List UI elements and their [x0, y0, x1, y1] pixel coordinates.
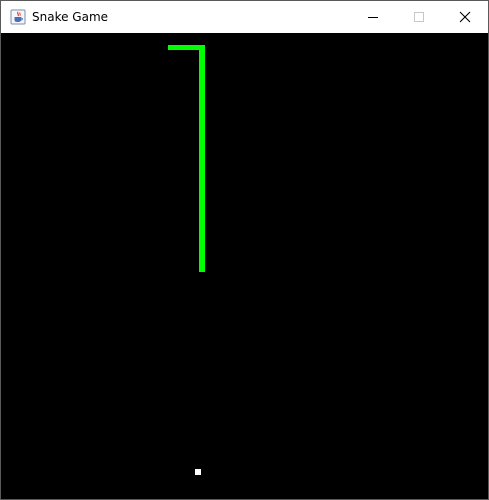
java-cup-icon	[10, 9, 26, 25]
close-icon	[459, 11, 471, 23]
minimize-icon	[368, 17, 378, 18]
snake-game-window: Snake Game	[0, 0, 489, 500]
game-canvas[interactable]	[1, 33, 488, 499]
food-pellet	[195, 469, 201, 475]
title-bar[interactable]: Snake Game	[1, 1, 488, 33]
snake-body-segment	[199, 45, 205, 272]
maximize-icon	[414, 12, 424, 22]
window-controls	[350, 1, 488, 33]
close-button[interactable]	[442, 1, 488, 33]
maximize-button[interactable]	[396, 1, 442, 33]
minimize-button[interactable]	[350, 1, 396, 33]
window-title: Snake Game	[32, 10, 109, 24]
